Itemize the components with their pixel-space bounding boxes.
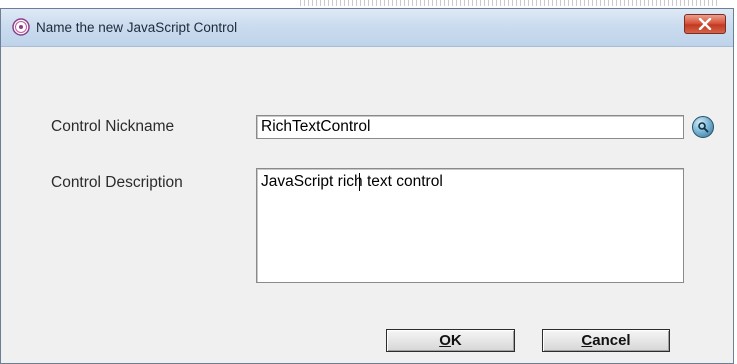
close-button[interactable] <box>684 14 726 34</box>
text-caret <box>359 173 360 191</box>
nickname-input-value: RichTextControl <box>261 118 371 135</box>
magnifier-icon <box>698 122 709 133</box>
dialog-content: Control Nickname RichTextControl Control… <box>1 47 733 363</box>
cancel-button[interactable]: Cancel <box>542 329 670 352</box>
cancel-button-accelerator: C <box>581 332 593 349</box>
background-window-strip <box>0 0 737 8</box>
description-label: Control Description <box>51 174 183 191</box>
ok-button-accelerator: O <box>439 332 451 349</box>
description-textarea[interactable]: JavaScript rich text control <box>256 168 684 283</box>
description-textarea-value: JavaScript rich text control <box>261 173 443 190</box>
cancel-button-label: ancel <box>592 332 631 349</box>
background-window-marks <box>300 0 720 6</box>
close-icon <box>698 18 712 30</box>
nickname-label: Control Nickname <box>51 118 175 135</box>
title-bar[interactable]: Name the new JavaScript Control <box>1 9 733 47</box>
window-title: Name the new JavaScript Control <box>36 20 238 35</box>
lookup-button[interactable] <box>692 116 714 138</box>
ok-button-label: K <box>450 332 462 349</box>
app-logo-icon <box>12 18 30 36</box>
ok-button[interactable]: OK <box>386 329 515 352</box>
nickname-input[interactable]: RichTextControl <box>256 115 684 139</box>
dialog-window: Name the new JavaScript Control Control … <box>0 8 734 364</box>
